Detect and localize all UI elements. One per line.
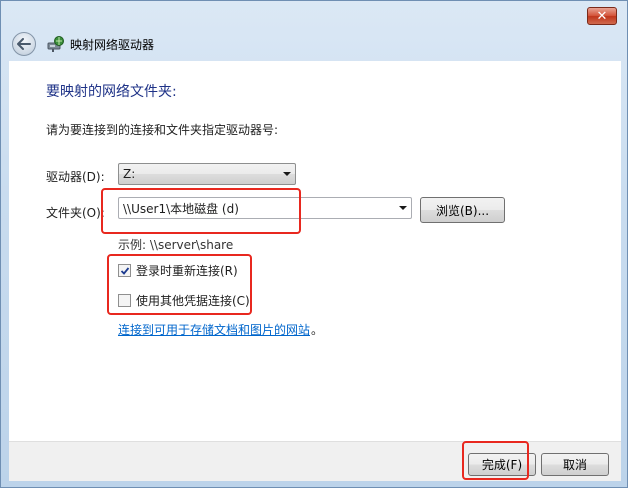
- drive-label: 驱动器(D):: [46, 170, 105, 184]
- folder-label: 文件夹(O):: [46, 206, 105, 220]
- folder-input[interactable]: \\User1\本地磁盘 (d): [118, 197, 412, 219]
- other-credentials-option[interactable]: 使用其他凭据连接(C): [118, 292, 250, 309]
- dialog-footer: 完成(F) 取消: [9, 441, 621, 481]
- close-icon: ✕: [596, 8, 608, 24]
- network-drive-icon: [47, 36, 64, 52]
- drive-select[interactable]: Z:: [118, 163, 296, 185]
- drive-select-value: Z:: [123, 167, 136, 181]
- back-arrow-icon: [17, 38, 31, 50]
- title-bar: 映射网络驱动器: [9, 29, 621, 59]
- link-suffix: 。: [311, 323, 324, 337]
- page-heading: 要映射的网络文件夹:: [46, 84, 177, 100]
- reconnect-checkbox[interactable]: [118, 264, 131, 277]
- checkmark-icon: [120, 266, 129, 275]
- finish-button[interactable]: 完成(F): [468, 453, 536, 476]
- website-link[interactable]: 连接到可用于存储文档和图片的网站: [118, 321, 310, 338]
- chevron-down-icon: [399, 206, 407, 210]
- back-button[interactable]: [12, 32, 36, 56]
- other-credentials-checkbox[interactable]: [118, 294, 131, 307]
- example-text: 示例: \\server\share: [118, 238, 234, 252]
- folder-input-value: \\User1\本地磁盘 (d): [123, 201, 239, 216]
- window-title: 映射网络驱动器: [70, 37, 155, 52]
- instruction-text: 请为要连接到的连接和文件夹指定驱动器号:: [46, 123, 279, 137]
- close-button[interactable]: ✕: [587, 7, 617, 25]
- reconnect-option[interactable]: 登录时重新连接(R): [118, 262, 238, 279]
- cancel-button[interactable]: 取消: [541, 453, 609, 476]
- chevron-down-icon: [283, 172, 291, 176]
- browse-button[interactable]: 浏览(B)...: [420, 197, 505, 223]
- dialog-window: ✕ 映射网络驱动器 要映射的网络文件夹: 请为要连接到的连接和文件夹指定驱动器号…: [0, 0, 628, 488]
- other-credentials-label: 使用其他凭据连接(C): [136, 294, 250, 308]
- reconnect-label: 登录时重新连接(R): [136, 264, 238, 278]
- dialog-content: 要映射的网络文件夹: 请为要连接到的连接和文件夹指定驱动器号: 驱动器(D): …: [9, 61, 621, 441]
